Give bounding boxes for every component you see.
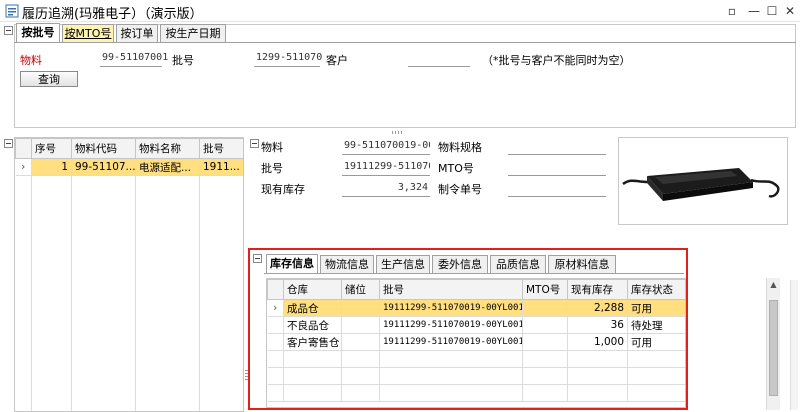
- batch-input-underline: [254, 66, 320, 67]
- cell-batch: 19111299-511070019-00YL001: [379, 316, 523, 334]
- cell-batch: 19111299-511070019-00YL001: [379, 333, 523, 351]
- grid-header-row: 仓库 储位 批号 MTO号 现有库存 库存状态: [267, 279, 685, 300]
- cell-location: [341, 316, 380, 334]
- scroll-up-icon[interactable]: ▲: [767, 278, 780, 292]
- tab-quality-info[interactable]: 品质信息: [490, 255, 546, 273]
- material-input-underline: [100, 66, 162, 67]
- cell-name: 电源适配...: [135, 158, 200, 176]
- product-image: [618, 137, 788, 225]
- power-adapter-image: [622, 168, 780, 201]
- query-button[interactable]: 查询: [20, 71, 78, 87]
- collapse-detail-icon[interactable]: [250, 139, 259, 148]
- material-label: 物料: [20, 54, 42, 67]
- cell-location: [341, 333, 380, 351]
- table-row[interactable]: 客户寄售仓 19111299-511070019-00YL001 1,000 可…: [267, 333, 685, 351]
- table-row[interactable]: › 成品仓 19111299-511070019-00YL001 2,288 可…: [267, 299, 685, 317]
- table-row[interactable]: 不良品仓 19111299-511070019-00YL001 36 待处理: [267, 316, 685, 334]
- horizontal-splitter[interactable]: [392, 131, 404, 134]
- detail-material-label: 物料: [261, 141, 283, 154]
- detail-mto-label: MTO号: [438, 162, 474, 175]
- detail-stock-value: 3,324: [397, 182, 428, 193]
- table-row: [267, 384, 685, 402]
- batch-input[interactable]: 1299-511070: [256, 52, 322, 63]
- customer-input[interactable]: [410, 52, 470, 66]
- cell-warehouse: 成品仓: [283, 299, 342, 317]
- cell-seq: 1: [31, 158, 72, 176]
- detail-batch-value: 19111299-5110700: [344, 161, 430, 172]
- col-stock-qty[interactable]: 现有库存: [567, 279, 628, 300]
- collapse-info-icon[interactable]: [253, 254, 262, 263]
- cell-status: 可用: [627, 299, 685, 317]
- cell-batch: 1911...: [199, 158, 243, 176]
- window-title: 履历追溯(玛雅电子）（演示版）: [22, 7, 203, 22]
- batch-list-grid: 序号 物料代码 物料名称 批号 › 1 99-51107... 电源适配... …: [14, 137, 244, 412]
- page-scrollbar[interactable]: [790, 280, 798, 410]
- cell-mto: [522, 316, 568, 334]
- col-material-name[interactable]: 物料名称: [135, 138, 200, 159]
- tab-outsourcing-info[interactable]: 委外信息: [432, 255, 488, 273]
- table-row: [267, 367, 685, 385]
- detail-spec-label: 物料规格: [438, 141, 482, 154]
- app-icon: [5, 4, 19, 18]
- scrollbar-thumb[interactable]: [769, 300, 778, 396]
- detail-batch-label: 批号: [261, 162, 283, 175]
- collapse-query-icon[interactable]: [4, 26, 13, 35]
- col-material-code[interactable]: 物料代码: [71, 138, 136, 159]
- detail-stock-label: 现有库存: [261, 183, 305, 196]
- grid-corner: [15, 138, 32, 159]
- col-seq[interactable]: 序号: [31, 138, 72, 159]
- grid-corner: [267, 279, 284, 300]
- col-batch[interactable]: 批号: [199, 138, 243, 159]
- material-input[interactable]: 99-51107001: [102, 52, 168, 63]
- cell-status: 待处理: [627, 316, 685, 334]
- stock-grid-scrollbar[interactable]: ▲: [766, 278, 780, 410]
- tab-logistics-info[interactable]: 物流信息: [320, 255, 374, 273]
- cell-mto: [522, 299, 568, 317]
- cell-batch: 19111299-511070019-00YL001: [379, 299, 523, 317]
- collapse-left-icon[interactable]: [4, 139, 13, 148]
- tab-production-info[interactable]: 生产信息: [376, 255, 430, 273]
- tab-by-batch[interactable]: 按批号: [16, 23, 60, 42]
- tab-by-prod-date[interactable]: 按生产日期: [160, 24, 226, 42]
- detail-material-value: 99-511070019-00\: [344, 140, 430, 151]
- close-button[interactable]: ✕: [778, 0, 800, 22]
- cell-status: 可用: [627, 333, 685, 351]
- tab-by-mto[interactable]: 按MTO号: [62, 24, 114, 42]
- cell-qty: 2,288: [567, 299, 628, 317]
- detail-order-label: 制令单号: [438, 183, 482, 196]
- tab-material-info[interactable]: 原材料信息: [548, 255, 616, 273]
- cell-location: [341, 299, 380, 317]
- cell-mto: [522, 333, 568, 351]
- cell-qty: 36: [567, 316, 628, 334]
- cell-code: 99-51107...: [71, 158, 136, 176]
- app-menu-icon[interactable]: ▫: [720, 0, 744, 22]
- customer-label: 客户: [326, 54, 348, 67]
- table-row[interactable]: › 1 99-51107... 电源适配... 1911...: [15, 158, 243, 176]
- row-indicator-icon: ›: [267, 299, 284, 317]
- cell-warehouse: 不良品仓: [283, 316, 342, 334]
- row-indicator-icon: ›: [15, 158, 32, 176]
- col-batch[interactable]: 批号: [379, 279, 523, 300]
- cell-qty: 1,000: [567, 333, 628, 351]
- table-row: [267, 350, 685, 368]
- stock-grid: 仓库 储位 批号 MTO号 现有库存 库存状态 › 成品仓 19111299-5…: [266, 278, 686, 408]
- batch-label: 批号: [172, 54, 194, 67]
- grid-header-row: 序号 物料代码 物料名称 批号: [15, 138, 243, 159]
- title-bar: 履历追溯(玛雅电子）（演示版） ▫ — ☐ ✕: [0, 0, 800, 22]
- col-stock-status[interactable]: 库存状态: [627, 279, 685, 300]
- col-warehouse[interactable]: 仓库: [283, 279, 342, 300]
- tab-stock-info[interactable]: 库存信息: [266, 254, 318, 273]
- customer-input-underline: [408, 66, 470, 67]
- col-location[interactable]: 储位: [341, 279, 380, 300]
- query-hint: （*批号与客户不能同时为空）: [482, 54, 631, 67]
- cell-warehouse: 客户寄售仓: [283, 333, 342, 351]
- col-mto[interactable]: MTO号: [522, 279, 568, 300]
- tab-by-order[interactable]: 按订单: [116, 24, 158, 42]
- tab-divider: [14, 42, 796, 43]
